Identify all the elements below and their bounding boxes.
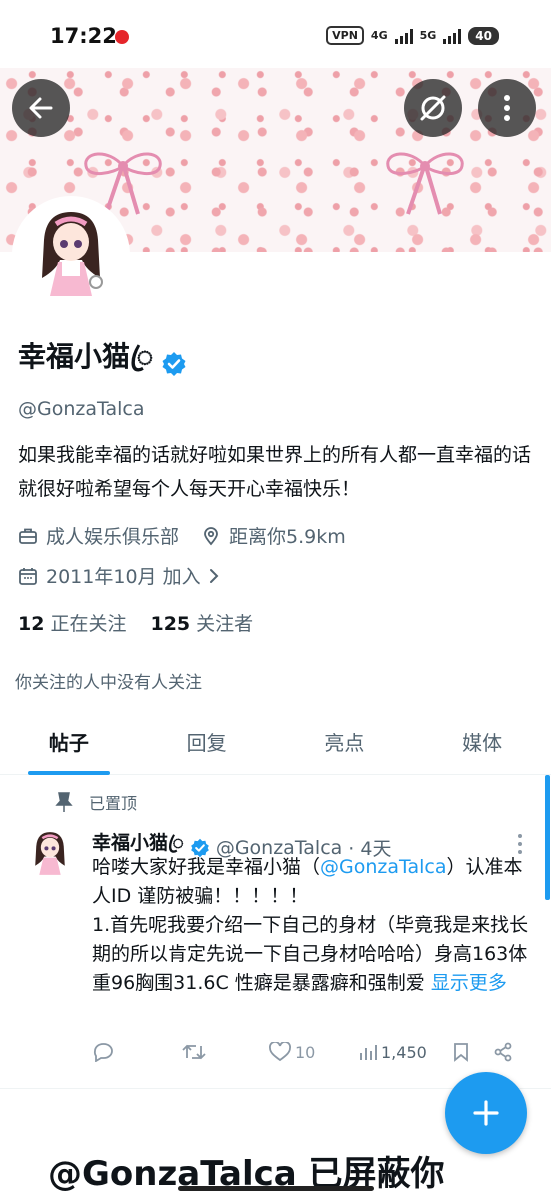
- plus-icon: [473, 1100, 499, 1126]
- profile-location: 距离你5.9km: [201, 522, 346, 549]
- back-button[interactable]: [12, 79, 70, 137]
- followers-link[interactable]: 125 关注者: [150, 609, 253, 636]
- views-button[interactable]: 1,450: [359, 1043, 453, 1062]
- view-count: 1,450: [381, 1042, 427, 1062]
- heart-icon: [269, 1042, 291, 1062]
- tweet-text-intro: 哈喽大家好我是幸福小猫（: [92, 856, 321, 878]
- more-options-button[interactable]: [478, 79, 536, 137]
- avatar-illustration: [16, 200, 126, 310]
- briefcase-icon: [19, 528, 37, 544]
- reply-button[interactable]: [92, 1042, 182, 1062]
- tweet-text[interactable]: 哈喽大家好我是幸福小猫（@GonzaTalca）认准本人ID 谨防被骗！！！！！…: [92, 853, 532, 998]
- reply-icon: [93, 1043, 113, 1062]
- status-time: 17:22: [50, 24, 117, 48]
- notification-icon: [115, 30, 129, 44]
- tab-posts[interactable]: 帖子: [0, 708, 138, 775]
- like-button[interactable]: 10: [269, 1042, 359, 1062]
- mutual-followers-note: 你关注的人中没有人关注: [15, 673, 202, 693]
- tweet-avatar[interactable]: [22, 826, 78, 882]
- grok-button[interactable]: [404, 79, 462, 137]
- compose-post-button[interactable]: [445, 1072, 527, 1154]
- status-bar: 17:22 VPN 4G 5G 40: [0, 0, 551, 68]
- calendar-icon: [19, 567, 37, 585]
- bar-chart-icon: [360, 1045, 377, 1060]
- tab-highlights[interactable]: 亮点: [276, 708, 414, 774]
- chevron-right-icon: [209, 568, 218, 583]
- profile-tabs: 帖子 回复 亮点 媒体: [0, 708, 551, 775]
- profile-category-label: 成人娱乐俱乐部: [46, 526, 180, 548]
- tweet-actions: 10 1,450: [92, 1042, 532, 1062]
- arrow-left-icon: [29, 97, 53, 119]
- signal-icon: [443, 28, 462, 44]
- tab-replies[interactable]: 回复: [138, 708, 276, 774]
- status-indicators: VPN 4G 5G 40: [326, 26, 499, 45]
- like-count: 10: [295, 1042, 316, 1062]
- show-more-link[interactable]: 显示更多: [431, 972, 507, 994]
- pinned-indicator: 已置顶: [55, 790, 137, 814]
- share-button[interactable]: [493, 1042, 513, 1062]
- joined-date-label: 2011年10月 加入: [46, 566, 201, 588]
- following-link[interactable]: 12 正在关注: [18, 609, 126, 636]
- tweet-mention-link[interactable]: @GonzaTalca: [320, 856, 446, 878]
- retweet-button[interactable]: [182, 1042, 269, 1062]
- following-count: 12: [18, 613, 45, 635]
- vpn-badge: VPN: [326, 26, 364, 45]
- more-vertical-icon: [504, 95, 510, 121]
- profile-handle: @GonzaTalca: [18, 398, 145, 420]
- network-4g-label: 4G: [370, 29, 388, 42]
- bookmark-button[interactable]: [453, 1042, 493, 1062]
- network-5g-label: 5G: [419, 29, 437, 42]
- signal-icon: [394, 28, 413, 44]
- profile-avatar[interactable]: [12, 196, 130, 314]
- following-label: 正在关注: [50, 613, 127, 635]
- profile-category: 成人娱乐俱乐部: [18, 522, 179, 549]
- profile-name-row: 幸福小猫ꦿ: [18, 335, 187, 392]
- profile-location-label: 距离你5.9km: [229, 526, 346, 548]
- scrollbar[interactable]: [545, 775, 550, 900]
- bow-illustration: [386, 152, 464, 215]
- grok-icon: [420, 95, 446, 121]
- tab-media[interactable]: 媒体: [413, 708, 551, 774]
- retweet-icon: [182, 1044, 206, 1060]
- followers-label: 关注者: [196, 613, 254, 635]
- pinned-label: 已置顶: [89, 794, 138, 813]
- joined-date-item: 2011年10月 加入: [18, 562, 201, 589]
- follow-stats: 12 正在关注 125 关注者: [18, 609, 253, 636]
- battery-indicator: 40: [468, 26, 499, 45]
- profile-meta-row: 成人娱乐俱乐部 距离你5.9km: [18, 522, 368, 549]
- profile-joined[interactable]: 2011年10月 加入: [18, 562, 221, 589]
- profile-bio: 如果我能幸福的话就好啦如果世界上的所有人都一直幸福的话就很好啦希望每个人每天开心…: [18, 444, 532, 500]
- verified-badge-icon: [162, 351, 186, 376]
- followers-count: 125: [150, 613, 191, 635]
- home-indicator[interactable]: [178, 1186, 374, 1191]
- profile-display-name: 幸福小猫ꦿ: [18, 340, 154, 373]
- pin-icon: [55, 792, 73, 812]
- share-icon: [494, 1042, 512, 1062]
- bookmark-icon: [454, 1043, 468, 1062]
- location-pin-icon: [204, 526, 218, 545]
- avatar-illustration: [22, 826, 78, 882]
